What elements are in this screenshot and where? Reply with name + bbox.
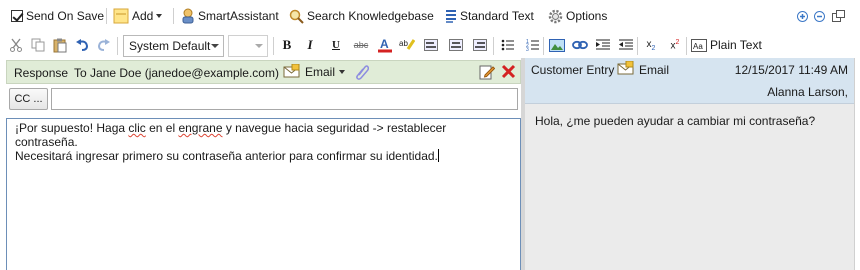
undo-icon[interactable] [73, 36, 91, 54]
subscript-button[interactable]: x2 [642, 36, 660, 54]
spelling-flag: clic [128, 121, 146, 135]
align-center-icon[interactable] [447, 36, 465, 54]
cc-button[interactable]: CC ... [9, 88, 48, 110]
right-scroll-edge [854, 58, 860, 270]
toolbar-divider [543, 37, 544, 55]
editor-line-2: Necesitará ingresar primero su contraseñ… [15, 149, 439, 163]
italic-button[interactable]: I [301, 36, 319, 54]
response-label: Response [14, 66, 69, 80]
font-size-select[interactable] [228, 35, 268, 57]
customer-entry-header: Customer Entry Email 12/15/2017 11:49 AM… [525, 58, 854, 104]
text-caret [437, 149, 439, 162]
add-note-icon [113, 8, 129, 24]
toolbar-divider [273, 37, 274, 55]
highlight-icon[interactable]: ab [398, 36, 416, 54]
svg-text:Aa: Aa [693, 42, 703, 51]
checked-icon [11, 10, 23, 22]
strikethrough-button[interactable]: abc [352, 36, 370, 54]
toolbar-divider [173, 8, 174, 24]
gear-icon [548, 9, 563, 24]
toolbar-divider [686, 37, 687, 55]
standard-text-label: Standard Text [460, 9, 534, 23]
standard-text-button[interactable]: Standard Text [445, 7, 534, 25]
edit-icon[interactable] [479, 64, 496, 83]
smart-assistant-label: SmartAssistant [198, 9, 279, 23]
channel-label: Email [305, 65, 336, 79]
standard-text-icon [445, 9, 457, 23]
hyperlink-icon[interactable] [571, 36, 589, 54]
svg-text:ab: ab [399, 39, 408, 48]
email-envelope-icon [617, 60, 635, 78]
align-right-icon[interactable] [471, 36, 489, 54]
toolbar-divider [117, 37, 118, 55]
main-toolbar: Send On Save Add SmartAssistant Search K… [0, 0, 860, 32]
customer-entry-pane: Customer Entry Email 12/15/2017 11:49 AM… [525, 58, 854, 270]
options-label: Options [566, 9, 608, 23]
zoom-in-icon[interactable] [797, 11, 808, 25]
underline-button[interactable]: U [327, 36, 345, 54]
search-knowledgebase-button[interactable]: Search Knowledgebase [289, 7, 434, 25]
chevron-down-icon [156, 14, 163, 18]
spelling-flag: engrane [178, 121, 223, 135]
font-color-icon[interactable]: A [376, 36, 394, 54]
cc-input[interactable] [51, 88, 518, 110]
numbered-list-icon[interactable]: 123 [524, 36, 542, 54]
search-icon [289, 9, 304, 24]
response-header: Response To Jane Doe (janedoe@example.co… [6, 60, 521, 84]
svg-text:3: 3 [526, 47, 529, 52]
toolbar-divider [493, 37, 494, 55]
plain-text-label: Plain Text [710, 38, 762, 52]
add-label: Add [132, 9, 154, 23]
chevron-down-icon [211, 44, 219, 48]
svg-text:A: A [380, 37, 389, 51]
customer-channel-label: Email [639, 63, 670, 77]
customer-entry-label: Customer Entry [531, 63, 615, 77]
popout-window-icon[interactable] [832, 10, 845, 25]
toolbar-divider [106, 8, 107, 24]
assistant-icon [181, 8, 195, 24]
send-on-save-checkbox[interactable]: Send On Save [11, 7, 104, 25]
font-family-select[interactable]: System Default [123, 35, 224, 57]
close-icon[interactable] [501, 64, 516, 82]
search-knowledgebase-label: Search Knowledgebase [307, 9, 434, 23]
align-left-icon[interactable] [422, 36, 440, 54]
options-button[interactable]: Options [548, 7, 607, 25]
response-editor[interactable]: ¡Por supuesto! Haga clic en el engrane y… [6, 118, 521, 270]
toolbar-divider [637, 37, 638, 55]
insert-image-icon[interactable] [548, 36, 566, 54]
cc-row: CC ... [6, 86, 521, 114]
superscript-button[interactable]: x2 [666, 36, 684, 54]
plain-text-button[interactable]: Aa Plain Text [691, 36, 762, 54]
entry-timestamp: 12/15/2017 11:49 AM [734, 63, 848, 77]
response-pane: Response To Jane Doe (janedoe@example.co… [6, 60, 521, 270]
bold-button[interactable]: B [278, 36, 296, 54]
cut-icon[interactable] [7, 36, 25, 54]
indent-icon[interactable] [594, 36, 612, 54]
channel-dropdown[interactable]: Email [305, 65, 346, 79]
format-toolbar: System Default B I U abc A ab 123 x2 x2 … [0, 32, 860, 58]
add-button[interactable]: Add [113, 7, 163, 25]
email-envelope-icon [283, 63, 301, 81]
redo-icon[interactable] [95, 36, 113, 54]
zoom-out-icon[interactable] [814, 11, 825, 25]
customer-message: Hola, ¿me pueden ayudar a cambiar mi con… [535, 114, 816, 128]
attachment-icon[interactable] [355, 64, 370, 83]
chevron-down-icon [255, 44, 263, 48]
editor-line-1: ¡Por supuesto! Haga clic en el engrane y… [15, 121, 447, 149]
entry-author: Alanna Larson, [767, 85, 848, 99]
response-recipient: To Jane Doe (janedoe@example.com) [74, 66, 279, 80]
plain-text-icon: Aa [691, 38, 707, 52]
paste-icon[interactable] [51, 36, 69, 54]
send-on-save-label: Send On Save [26, 9, 105, 23]
chevron-down-icon [339, 70, 346, 74]
outdent-icon[interactable] [617, 36, 635, 54]
smart-assistant-button[interactable]: SmartAssistant [181, 7, 279, 25]
bullet-list-icon[interactable] [499, 36, 517, 54]
copy-icon[interactable] [29, 36, 47, 54]
font-family-value: System Default [129, 39, 211, 53]
